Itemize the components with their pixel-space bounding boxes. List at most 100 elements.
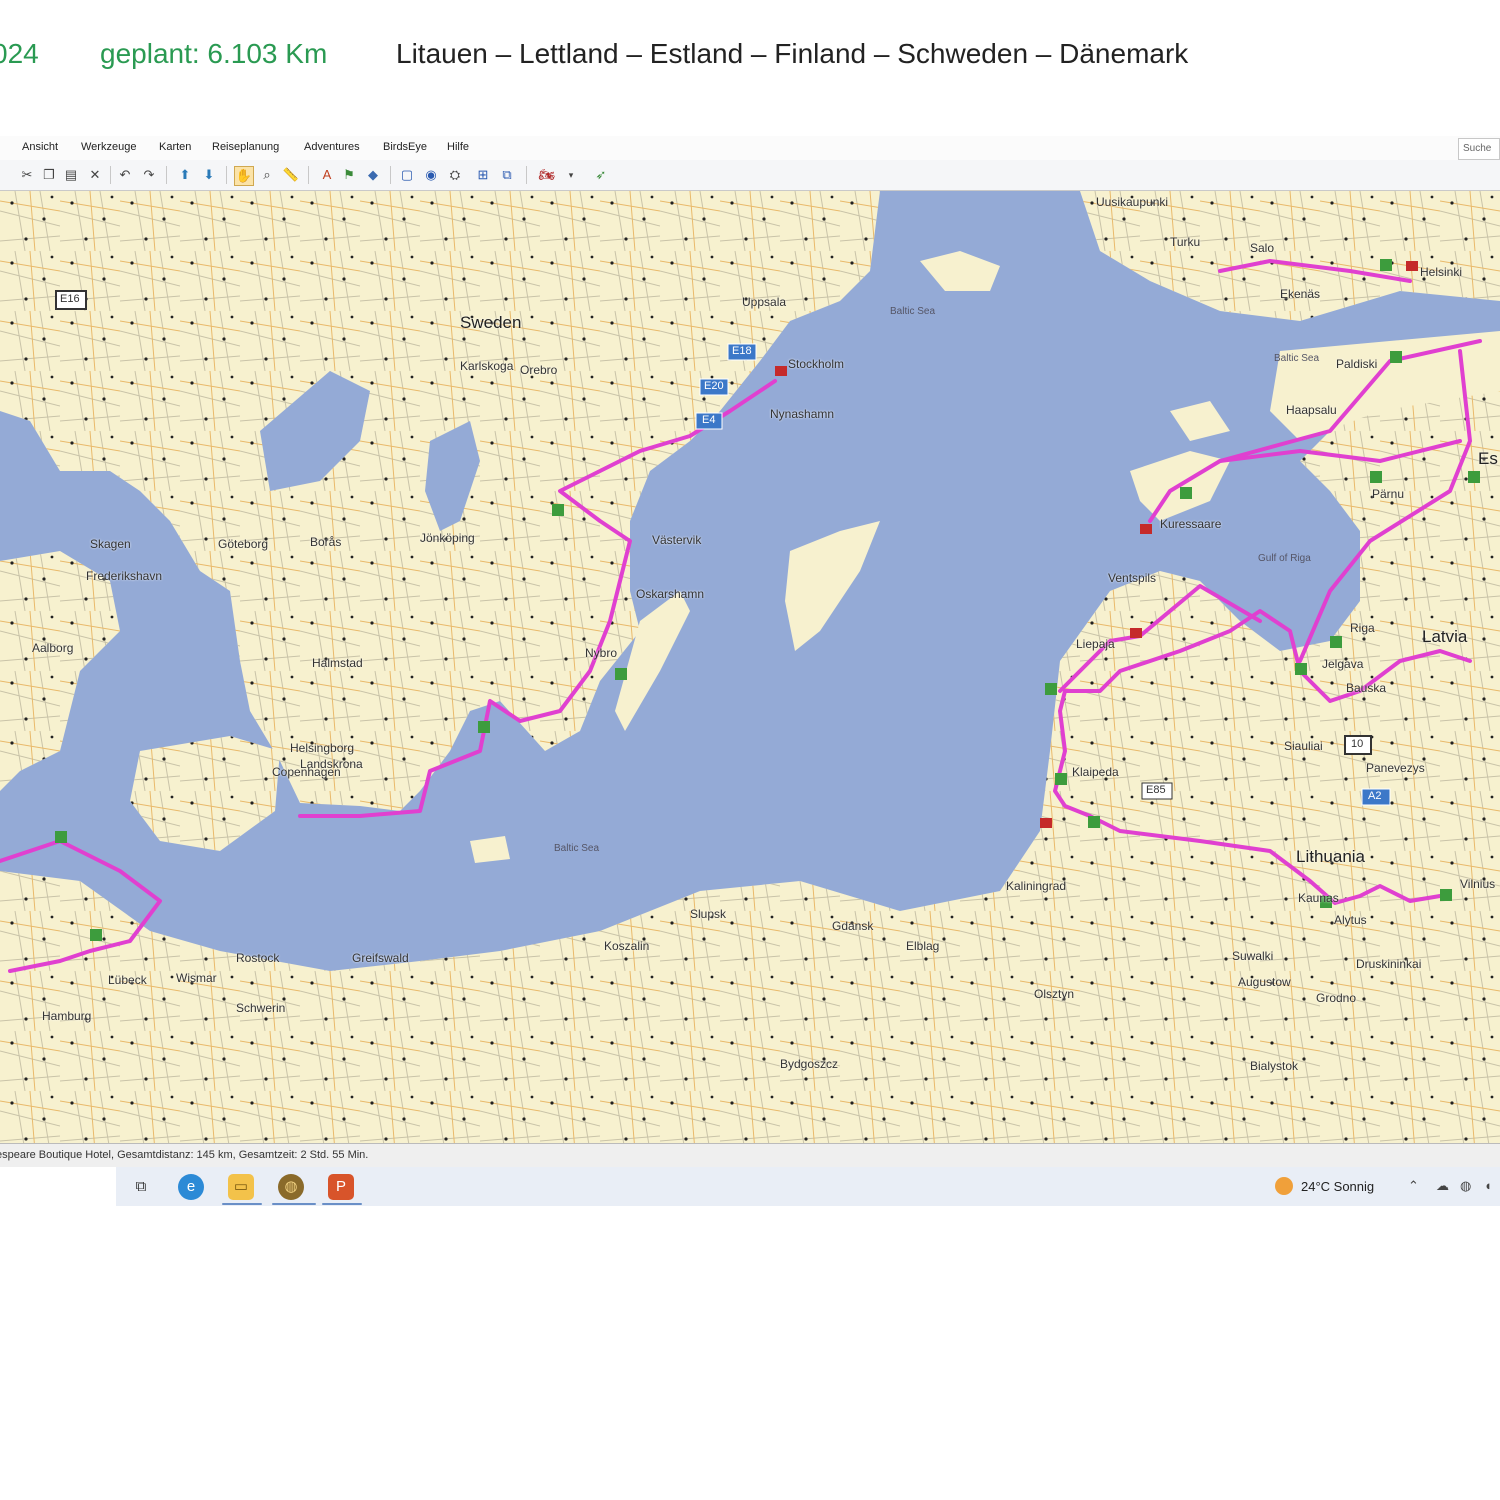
toolbar-separator <box>526 166 527 184</box>
track-tool-icon[interactable]: ⚑ <box>340 166 358 184</box>
city-label: Greifswald <box>352 951 409 965</box>
city-label: Uppsala <box>742 295 787 309</box>
search-input[interactable]: Suche <box>1458 138 1500 160</box>
city-label: Bauska <box>1346 681 1387 695</box>
basecamp-icon[interactable]: ◍ <box>278 1174 304 1200</box>
rocket-icon[interactable]: ➶ <box>592 166 610 184</box>
weather-widget[interactable]: 24°C Sonnig <box>1275 1177 1374 1195</box>
select-icon[interactable]: ▢ <box>398 166 416 184</box>
send-to-device-icon[interactable]: ⬆ <box>176 166 194 184</box>
cloud-icon[interactable]: ☁ <box>1436 1178 1449 1194</box>
city-label: Skagen <box>90 537 131 551</box>
waypoint-flag <box>1370 471 1382 483</box>
city-label: Borås <box>310 535 342 549</box>
city-label: Orebro <box>520 363 558 377</box>
city-label: Helsingborg <box>290 741 355 755</box>
copy-icon[interactable]: ❐ <box>40 166 58 184</box>
city-label: Kaliningrad <box>1006 879 1067 893</box>
menu-ansicht[interactable]: Ansicht <box>22 141 58 153</box>
toolbar-separator <box>308 166 309 184</box>
city-label: Jelgava <box>1322 657 1364 671</box>
toolbar-separator <box>110 166 111 184</box>
city-label: Salo <box>1250 241 1275 255</box>
menu-werkzeuge[interactable]: Werkzeuge <box>81 141 136 153</box>
waypoint-tool-icon[interactable]: ◆ <box>364 166 382 184</box>
chevron-down-icon[interactable]: ▾ <box>562 166 580 184</box>
receive-from-device-icon[interactable]: ⬇ <box>200 166 218 184</box>
map-canvas[interactable] <box>0 191 1500 1143</box>
road-shield-e4: E4 <box>702 414 716 426</box>
active-indicator <box>222 1203 262 1205</box>
3d-view-icon[interactable]: ◉ <box>422 166 440 184</box>
waypoint-flag <box>1295 663 1307 675</box>
chevron-up-icon[interactable]: ⌃ <box>1408 1178 1419 1194</box>
planned-distance: geplant: 6.103 Km <box>100 38 328 69</box>
page-header: 024 geplant: 6.103 Km Litauen – Lettland… <box>0 38 1500 82</box>
taskbar-search-area[interactable] <box>0 1167 116 1206</box>
volume-icon[interactable]: ◖ <box>1484 1178 1492 1193</box>
measure-icon[interactable]: 📏 <box>282 166 300 184</box>
road-shield-e85: E85 <box>1146 784 1166 796</box>
road-shield-e16: E16 <box>60 293 80 305</box>
zoom-tool-icon[interactable]: ⌕ <box>258 166 276 184</box>
city-label: Gdansk <box>832 919 874 933</box>
hand-tool-icon[interactable]: ✋ <box>234 166 254 186</box>
sea-label: Baltic Sea <box>1274 353 1320 364</box>
city-label: Västervik <box>652 533 702 547</box>
city-label: Pärnu <box>1372 487 1405 501</box>
city-label: Hamburg <box>42 1009 92 1023</box>
city-label: Slupsk <box>690 907 727 921</box>
motorcycle-icon[interactable]: 🏍 <box>538 166 556 184</box>
weather-text: 24°C Sonnig <box>1301 1179 1375 1194</box>
route-tool-icon[interactable]: A <box>318 166 336 184</box>
task-view-icon[interactable]: ⧉ <box>128 1174 154 1200</box>
city-label: Suwalki <box>1232 949 1274 963</box>
waypoint-flag <box>615 668 627 680</box>
sea-label: Baltic Sea <box>554 843 600 854</box>
delete-icon[interactable]: ✕ <box>86 166 104 184</box>
country-label-estonia: Es <box>1478 449 1498 468</box>
waypoint-flag <box>1045 683 1057 695</box>
city-label: Paldiski <box>1336 357 1378 371</box>
cut-icon[interactable]: ✂ <box>18 166 36 184</box>
undo-icon[interactable]: ↶ <box>116 166 134 184</box>
file-explorer-icon[interactable]: ▭ <box>228 1174 254 1200</box>
city-label: Turku <box>1170 235 1201 249</box>
sea-label: Gulf of Riga <box>1258 553 1311 564</box>
city-label: Uusikaupunki <box>1096 195 1169 209</box>
map-tiles-icon[interactable]: ⛭ <box>446 166 464 184</box>
city-label: Stockholm <box>788 357 845 371</box>
city-label: Rostock <box>236 951 280 965</box>
year-label: 024 <box>0 38 39 69</box>
network-icon[interactable]: ◍ <box>1460 1178 1471 1194</box>
menu-reiseplanung[interactable]: Reiseplanung <box>212 141 279 153</box>
redo-icon[interactable]: ↷ <box>140 166 158 184</box>
city-label: Druskininkai <box>1356 957 1422 971</box>
country-label-latvia: Latvia <box>1422 627 1468 646</box>
edge-icon[interactable]: e <box>178 1174 204 1200</box>
active-indicator <box>272 1203 316 1205</box>
toolbar-separator <box>166 166 167 184</box>
waypoint-flag <box>90 929 102 941</box>
menu-adventures[interactable]: Adventures <box>304 141 360 153</box>
city-label: Liepaja <box>1076 637 1115 651</box>
active-indicator <box>322 1203 362 1205</box>
menu-hilfe[interactable]: Hilfe <box>447 141 469 153</box>
sun-icon <box>1275 1177 1293 1195</box>
paste-icon[interactable]: ▤ <box>62 166 80 184</box>
city-label: Halmstad <box>312 656 363 670</box>
city-label: Koszalin <box>604 939 650 953</box>
layers-icon[interactable]: ⧉ <box>498 166 516 184</box>
road-shield-e18: E18 <box>732 345 752 357</box>
end-flag <box>1406 261 1418 271</box>
powerpoint-icon[interactable]: P <box>328 1174 354 1200</box>
menu-karten[interactable]: Karten <box>159 141 191 153</box>
city-label: Aalborg <box>32 641 74 655</box>
grid-icon[interactable]: ⊞ <box>474 166 492 184</box>
city-label: Riga <box>1350 621 1375 635</box>
menu-birdseye[interactable]: BirdsEye <box>383 141 427 153</box>
road-shield-a2: A2 <box>1368 790 1382 802</box>
waypoint-flag <box>1055 773 1067 785</box>
map-view[interactable]: Sweden Latvia Lithuania Es Stockholm Upp… <box>0 191 1500 1143</box>
city-label: Elblag <box>906 939 940 953</box>
